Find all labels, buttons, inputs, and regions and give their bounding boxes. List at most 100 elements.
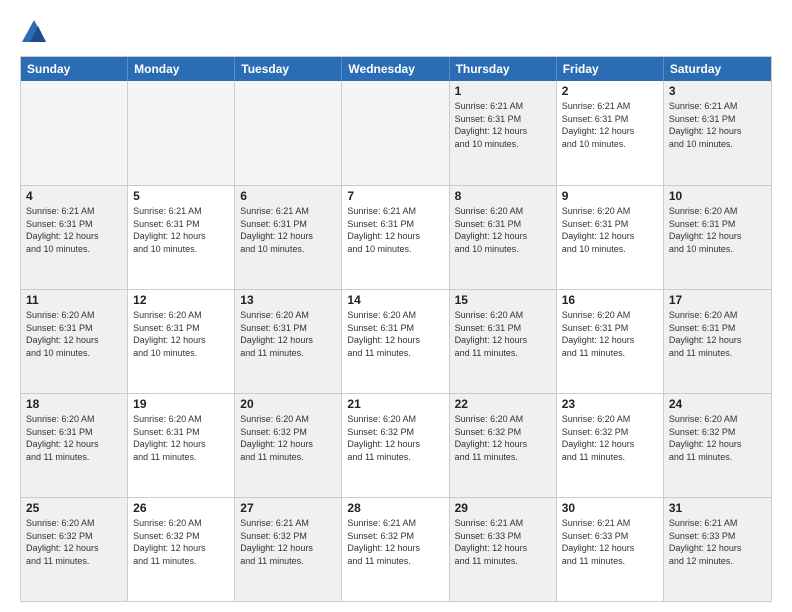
day-info: Sunrise: 6:20 AM Sunset: 6:31 PM Dayligh…	[455, 309, 551, 359]
calendar-cell: 25 Sunrise: 6:20 AM Sunset: 6:32 PM Dayli…	[21, 498, 128, 601]
day-info: Sunrise: 6:20 AM Sunset: 6:31 PM Dayligh…	[133, 309, 229, 359]
day-number: 26	[133, 501, 229, 515]
day-info: Sunrise: 6:20 AM Sunset: 6:32 PM Dayligh…	[133, 517, 229, 567]
day-info: Sunrise: 6:20 AM Sunset: 6:31 PM Dayligh…	[240, 309, 336, 359]
day-info: Sunrise: 6:21 AM Sunset: 6:32 PM Dayligh…	[347, 517, 443, 567]
calendar-cell: 11 Sunrise: 6:20 AM Sunset: 6:31 PM Dayli…	[21, 290, 128, 393]
day-info: Sunrise: 6:20 AM Sunset: 6:32 PM Dayligh…	[26, 517, 122, 567]
calendar-header: SundayMondayTuesdayWednesdayThursdayFrid…	[21, 57, 771, 81]
calendar-cell: 16 Sunrise: 6:20 AM Sunset: 6:31 PM Dayli…	[557, 290, 664, 393]
day-info: Sunrise: 6:21 AM Sunset: 6:33 PM Dayligh…	[455, 517, 551, 567]
logo-icon	[20, 18, 48, 46]
calendar-cell: 7 Sunrise: 6:21 AM Sunset: 6:31 PM Daylig…	[342, 186, 449, 289]
header	[20, 18, 772, 46]
day-info: Sunrise: 6:20 AM Sunset: 6:31 PM Dayligh…	[562, 205, 658, 255]
calendar-cell: 27 Sunrise: 6:21 AM Sunset: 6:32 PM Dayli…	[235, 498, 342, 601]
calendar-cell: 21Sunrise: 6:20 AM Sunset: 6:32 PM Dayli…	[342, 394, 449, 497]
day-number: 8	[455, 189, 551, 203]
day-info: Sunrise: 6:21 AM Sunset: 6:31 PM Dayligh…	[133, 205, 229, 255]
day-info: Sunrise: 6:20 AM Sunset: 6:32 PM Dayligh…	[455, 413, 551, 463]
header-day-thursday: Thursday	[450, 57, 557, 81]
calendar-cell	[21, 81, 128, 185]
calendar-cell: 18 Sunrise: 6:20 AM Sunset: 6:31 PM Dayli…	[21, 394, 128, 497]
calendar-cell: 9 Sunrise: 6:20 AM Sunset: 6:31 PM Daylig…	[557, 186, 664, 289]
calendar-cell: 29 Sunrise: 6:21 AM Sunset: 6:33 PM Dayli…	[450, 498, 557, 601]
day-info: Sunrise: 6:20 AM Sunset: 6:31 PM Dayligh…	[455, 205, 551, 255]
calendar-cell: 23 Sunrise: 6:20 AM Sunset: 6:32 PM Dayli…	[557, 394, 664, 497]
day-info: Sunrise: 6:21 AM Sunset: 6:31 PM Dayligh…	[669, 100, 766, 150]
day-number: 22	[455, 397, 551, 411]
day-number: 23	[562, 397, 658, 411]
calendar-body: 1 Sunrise: 6:21 AM Sunset: 6:31 PM Daylig…	[21, 81, 771, 601]
calendar-cell: 3 Sunrise: 6:21 AM Sunset: 6:31 PM Daylig…	[664, 81, 771, 185]
day-number: 20	[240, 397, 336, 411]
day-number: 4	[26, 189, 122, 203]
day-number: 3	[669, 84, 766, 98]
header-day-wednesday: Wednesday	[342, 57, 449, 81]
day-info: Sunrise: 6:20 AM Sunset: 6:31 PM Dayligh…	[133, 413, 229, 463]
day-number: 14	[347, 293, 443, 307]
calendar-cell	[342, 81, 449, 185]
day-number: 9	[562, 189, 658, 203]
day-number: 18	[26, 397, 122, 411]
day-info: Sunrise: 6:20 AM Sunset: 6:31 PM Dayligh…	[669, 309, 766, 359]
day-info: Sunrise: 6:21 AM Sunset: 6:31 PM Dayligh…	[347, 205, 443, 255]
calendar-cell: 30Sunrise: 6:21 AM Sunset: 6:33 PM Dayli…	[557, 498, 664, 601]
calendar-cell: 31 Sunrise: 6:21 AM Sunset: 6:33 PM Dayli…	[664, 498, 771, 601]
calendar-cell: 14 Sunrise: 6:20 AM Sunset: 6:31 PM Dayli…	[342, 290, 449, 393]
day-number: 10	[669, 189, 766, 203]
header-day-monday: Monday	[128, 57, 235, 81]
calendar-row-1: 1 Sunrise: 6:21 AM Sunset: 6:31 PM Daylig…	[21, 81, 771, 185]
day-info: Sunrise: 6:20 AM Sunset: 6:32 PM Dayligh…	[562, 413, 658, 463]
day-number: 5	[133, 189, 229, 203]
calendar-row-5: 25 Sunrise: 6:20 AM Sunset: 6:32 PM Dayli…	[21, 497, 771, 601]
day-number: 1	[455, 84, 551, 98]
calendar-cell: 6Sunrise: 6:21 AM Sunset: 6:31 PM Daylig…	[235, 186, 342, 289]
day-number: 13	[240, 293, 336, 307]
calendar-cell: 15 Sunrise: 6:20 AM Sunset: 6:31 PM Dayli…	[450, 290, 557, 393]
day-info: Sunrise: 6:21 AM Sunset: 6:33 PM Dayligh…	[669, 517, 766, 567]
calendar-cell: 28 Sunrise: 6:21 AM Sunset: 6:32 PM Dayli…	[342, 498, 449, 601]
calendar-cell: 10Sunrise: 6:20 AM Sunset: 6:31 PM Dayli…	[664, 186, 771, 289]
calendar-row-3: 11 Sunrise: 6:20 AM Sunset: 6:31 PM Dayli…	[21, 289, 771, 393]
day-number: 16	[562, 293, 658, 307]
day-number: 28	[347, 501, 443, 515]
day-info: Sunrise: 6:20 AM Sunset: 6:31 PM Dayligh…	[347, 309, 443, 359]
calendar-cell: 26 Sunrise: 6:20 AM Sunset: 6:32 PM Dayli…	[128, 498, 235, 601]
calendar-cell: 1Sunrise: 6:21 AM Sunset: 6:31 PM Daylig…	[450, 81, 557, 185]
calendar-cell: 2 Sunrise: 6:21 AM Sunset: 6:31 PM Daylig…	[557, 81, 664, 185]
day-info: Sunrise: 6:21 AM Sunset: 6:31 PM Dayligh…	[562, 100, 658, 150]
day-number: 31	[669, 501, 766, 515]
day-number: 12	[133, 293, 229, 307]
header-day-friday: Friday	[557, 57, 664, 81]
day-info: Sunrise: 6:20 AM Sunset: 6:32 PM Dayligh…	[347, 413, 443, 463]
calendar-cell	[128, 81, 235, 185]
day-number: 27	[240, 501, 336, 515]
day-info: Sunrise: 6:21 AM Sunset: 6:33 PM Dayligh…	[562, 517, 658, 567]
calendar-cell: 13 Sunrise: 6:20 AM Sunset: 6:31 PM Dayli…	[235, 290, 342, 393]
day-number: 11	[26, 293, 122, 307]
calendar-row-4: 18 Sunrise: 6:20 AM Sunset: 6:31 PM Dayli…	[21, 393, 771, 497]
day-number: 2	[562, 84, 658, 98]
day-info: Sunrise: 6:21 AM Sunset: 6:32 PM Dayligh…	[240, 517, 336, 567]
calendar-cell: 22 Sunrise: 6:20 AM Sunset: 6:32 PM Dayli…	[450, 394, 557, 497]
day-number: 7	[347, 189, 443, 203]
calendar-cell: 19Sunrise: 6:20 AM Sunset: 6:31 PM Dayli…	[128, 394, 235, 497]
day-number: 15	[455, 293, 551, 307]
calendar-cell: 5 Sunrise: 6:21 AM Sunset: 6:31 PM Daylig…	[128, 186, 235, 289]
day-number: 24	[669, 397, 766, 411]
calendar-cell: 24 Sunrise: 6:20 AM Sunset: 6:32 PM Dayli…	[664, 394, 771, 497]
day-number: 29	[455, 501, 551, 515]
header-day-sunday: Sunday	[21, 57, 128, 81]
header-day-tuesday: Tuesday	[235, 57, 342, 81]
calendar-cell	[235, 81, 342, 185]
day-number: 6	[240, 189, 336, 203]
day-number: 25	[26, 501, 122, 515]
day-info: Sunrise: 6:20 AM Sunset: 6:32 PM Dayligh…	[240, 413, 336, 463]
day-info: Sunrise: 6:20 AM Sunset: 6:31 PM Dayligh…	[26, 413, 122, 463]
calendar-row-2: 4 Sunrise: 6:21 AM Sunset: 6:31 PM Daylig…	[21, 185, 771, 289]
day-info: Sunrise: 6:20 AM Sunset: 6:31 PM Dayligh…	[26, 309, 122, 359]
day-info: Sunrise: 6:20 AM Sunset: 6:32 PM Dayligh…	[669, 413, 766, 463]
day-info: Sunrise: 6:20 AM Sunset: 6:31 PM Dayligh…	[562, 309, 658, 359]
calendar-cell: 12 Sunrise: 6:20 AM Sunset: 6:31 PM Dayli…	[128, 290, 235, 393]
